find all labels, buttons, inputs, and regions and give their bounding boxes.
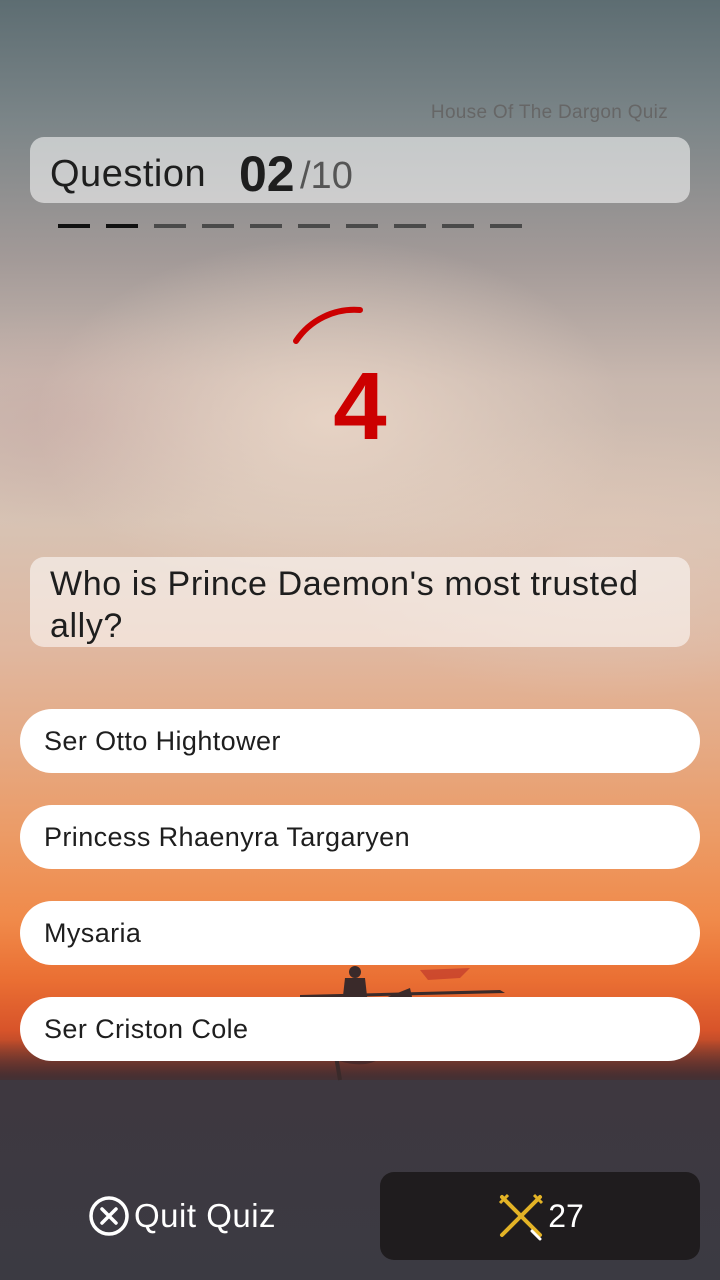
progress-step xyxy=(442,224,474,228)
countdown-value: 4 xyxy=(333,353,387,460)
answer-option-4[interactable]: Ser Criston Cole xyxy=(20,997,700,1061)
close-circle-icon xyxy=(89,1196,129,1236)
app-title: House Of The Dargon Quiz xyxy=(430,102,668,123)
progress-step xyxy=(250,224,282,228)
progress-step xyxy=(58,224,90,228)
current-question-number: 02 xyxy=(239,146,295,202)
progress-step xyxy=(346,224,378,228)
progress-indicator xyxy=(58,224,528,230)
total-questions: /10 xyxy=(300,155,353,197)
quit-quiz-button[interactable]: Quit Quiz xyxy=(88,1194,276,1238)
question-label: Question xyxy=(50,153,207,195)
answer-option-2[interactable]: Princess Rhaenyra Targaryen xyxy=(20,805,700,869)
quit-quiz-label: Quit Quiz xyxy=(134,1197,277,1234)
progress-step xyxy=(394,224,426,228)
answer-option-3[interactable]: Mysaria xyxy=(20,901,700,965)
score-panel: 27 xyxy=(380,1172,700,1260)
progress-step xyxy=(106,224,138,228)
progress-step xyxy=(202,224,234,228)
answer-option-1[interactable]: Ser Otto Hightower xyxy=(20,709,700,773)
crossed-swords-icon xyxy=(499,1193,544,1241)
score-value: 27 xyxy=(548,1197,584,1234)
question-text: Who is Prince Daemon's most trusted ally… xyxy=(50,565,639,645)
question-card: Who is Prince Daemon's most trusted ally… xyxy=(30,557,690,647)
progress-step xyxy=(154,224,186,228)
progress-step xyxy=(490,224,522,228)
progress-step xyxy=(298,224,330,228)
